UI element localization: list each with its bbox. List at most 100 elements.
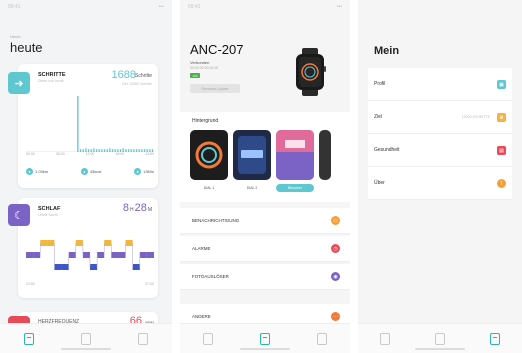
- sleep-segment: [146, 252, 154, 258]
- time-metric: ● 13Min: [134, 168, 154, 175]
- sleep-segment: [132, 264, 140, 270]
- status-indicators: •••: [158, 4, 164, 10]
- sleep-segment: [75, 240, 83, 246]
- device-screen: 09:41 ••• ANC-207 Verbunden 00:00:00:00:…: [180, 0, 350, 353]
- calorie-icon: ●: [80, 168, 88, 175]
- profile-screen: Mein Profil ▣ Ziel 10000 SCHRITTE ♛ Gesu…: [358, 0, 522, 353]
- tab-profile-icon[interactable]: [316, 332, 327, 345]
- sleep-segment: [139, 252, 147, 258]
- watch-image: [296, 48, 326, 96]
- tab-today-icon[interactable]: [23, 332, 34, 345]
- distance-value: 1.03km: [35, 169, 49, 174]
- watchface-1[interactable]: [190, 130, 228, 180]
- distance-icon: ●: [26, 168, 33, 175]
- menu-item-goal[interactable]: Ziel 10000 SCHRITTE ♛: [368, 101, 512, 134]
- tab-today-icon[interactable]: [380, 332, 391, 345]
- watchface-label-selected[interactable]: Benutzer: [276, 184, 314, 192]
- steps-value: 1688: [111, 69, 136, 81]
- sleep-hours-unit: H: [129, 207, 134, 213]
- steps-card[interactable]: SCHRITTE Daten von heute 1688 Schritte Z…: [18, 64, 158, 188]
- menu-row-alarms[interactable]: ALARME ◷: [180, 236, 350, 262]
- menu-row-camera[interactable]: FOTOAUSLÖSER ◉: [180, 264, 350, 290]
- device-mac: 00:00:00:00:00:00: [190, 66, 219, 70]
- watchface-label: DIAL 2: [246, 186, 258, 190]
- time-icon: ●: [134, 168, 142, 175]
- update-button[interactable]: Firmware-Update: [190, 84, 240, 93]
- message-icon: ▭: [331, 216, 340, 225]
- status-indicators: •••: [336, 4, 342, 10]
- time-value: 13Min: [143, 169, 154, 174]
- page-eyebrow: Heute: [10, 34, 21, 39]
- sleep-segment: [97, 252, 105, 258]
- item-label: Über: [374, 180, 385, 186]
- sleep-segment: [47, 240, 55, 246]
- tick-label: 07:00: [145, 282, 154, 286]
- tab-profile-icon[interactable]: [138, 332, 149, 345]
- alarm-icon: ◷: [331, 244, 340, 253]
- profile-menu: Profil ▣ Ziel 10000 SCHRITTE ♛ Gesundhei…: [368, 68, 512, 200]
- calorie-metric: ● 43kcal: [80, 168, 102, 175]
- item-label: Profil: [374, 81, 386, 87]
- tick-label: 22:00: [26, 282, 35, 286]
- walking-icon: ➜: [8, 72, 30, 94]
- sleep-segment: [61, 264, 69, 270]
- camera-icon: ◉: [331, 272, 340, 281]
- health-icon: ▤: [497, 146, 506, 155]
- sleep-axis: 22:00 07:00: [26, 282, 154, 286]
- more-icon: ⋯: [331, 312, 340, 321]
- steps-axis: 00:00 06:00 12:00 18:00 23:59: [26, 152, 154, 156]
- tick-label: 18:00: [115, 152, 125, 156]
- sleep-hours: 8: [122, 202, 129, 214]
- trophy-icon: ♛: [497, 113, 506, 122]
- device-header: ANC-207 Verbunden 00:00:00:00:00:00 100 …: [190, 42, 340, 104]
- menu-row-notifications[interactable]: BENACHRICHTIGUNG ▭: [180, 208, 350, 234]
- row-label: ANDERE: [192, 314, 211, 319]
- steps-sub: Daten von heute: [38, 79, 64, 83]
- tick-label: 06:00: [55, 152, 65, 156]
- tab-profile-icon[interactable]: [489, 332, 500, 345]
- watchface-4[interactable]: [319, 130, 331, 180]
- menu-item-profile[interactable]: Profil ▣: [368, 68, 512, 101]
- page-title: heute: [10, 40, 43, 55]
- info-icon: !: [497, 179, 506, 188]
- sleep-segment: [111, 252, 119, 258]
- sleep-segment: [40, 240, 48, 246]
- status-bar: 09:41 •••: [8, 4, 164, 12]
- tab-device-icon[interactable]: [434, 332, 445, 345]
- menu-item-health[interactable]: Gesundheit ▤: [368, 134, 512, 167]
- sleep-label: SCHLAF: [38, 206, 61, 212]
- watchface-3[interactable]: [276, 130, 314, 180]
- tab-today-icon[interactable]: [203, 332, 214, 345]
- item-label: Ziel: [374, 114, 383, 120]
- today-screen: 09:41 ••• Heute heute SCHRITTE Daten von…: [0, 0, 172, 353]
- home-indicator: [415, 348, 465, 350]
- background-label: Hintergrund: [192, 118, 219, 124]
- steps-label: SCHRITTE: [38, 72, 66, 78]
- battery-badge: 100: [190, 73, 200, 78]
- watchface-label: DIAL 1: [203, 186, 215, 190]
- sleep-duration: 8 H 28 M: [123, 202, 152, 214]
- background-panel: Hintergrund DIAL 1 DIAL 2 Benutzer: [180, 112, 350, 202]
- watchface-list: [190, 130, 331, 180]
- sleep-chart: [26, 240, 154, 270]
- calorie-value: 43kcal: [89, 169, 102, 174]
- row-label: BENACHRICHTIGUNG: [192, 218, 240, 223]
- row-label: ALARME: [192, 246, 211, 251]
- item-label: Gesundheit: [374, 147, 400, 153]
- tick-label: 00:00: [26, 152, 35, 156]
- sleep-segment: [82, 252, 90, 258]
- sleep-segment: [33, 252, 41, 258]
- steps-metrics: ● 1.03km ● 43kcal ● 13Min: [26, 168, 154, 175]
- steps-goal: Ziel: 10000 Schritte: [121, 82, 152, 86]
- sleep-icon: ☾: [8, 204, 30, 226]
- watchface-2[interactable]: [233, 130, 271, 180]
- tab-device-icon[interactable]: [80, 332, 91, 345]
- steps-unit: Schritte: [135, 73, 152, 79]
- tab-device-icon[interactable]: [259, 332, 270, 345]
- profile-icon: ▣: [497, 80, 506, 89]
- menu-item-about[interactable]: Über !: [368, 167, 512, 200]
- home-indicator: [61, 348, 111, 350]
- home-indicator: [240, 348, 290, 350]
- sleep-segment: [104, 240, 112, 246]
- sleep-card[interactable]: SCHLAF Letzte Nacht 8 H 28 M 22:00 07:00: [18, 198, 158, 298]
